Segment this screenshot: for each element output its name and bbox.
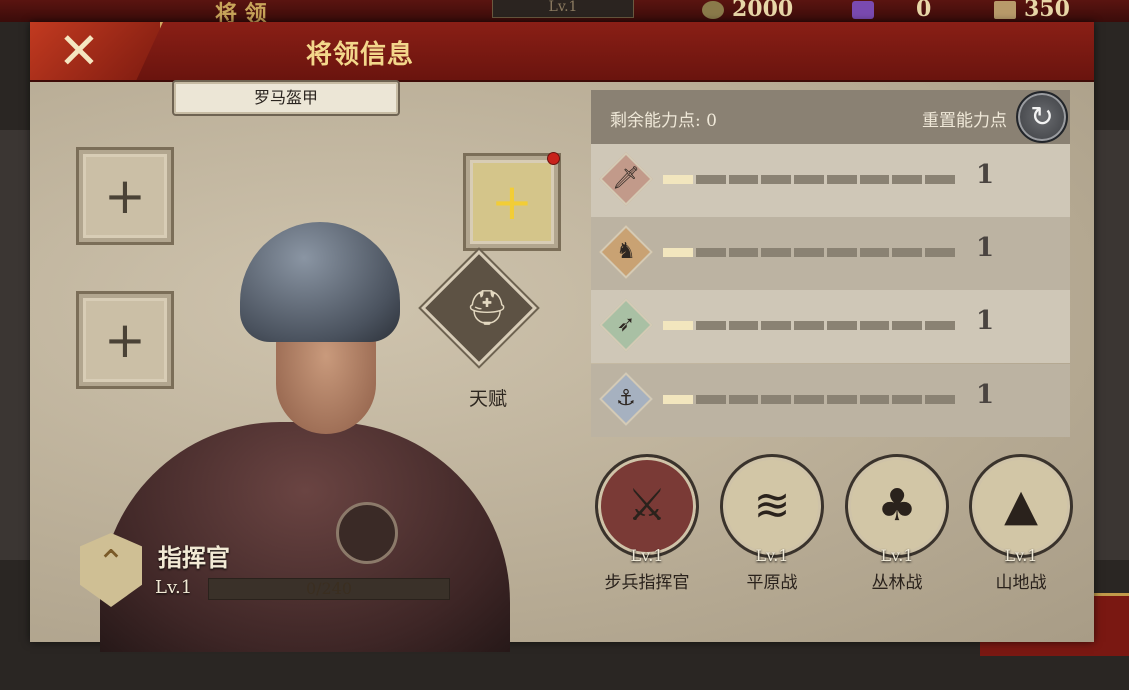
refresh-icon: ↻ <box>1030 100 1054 133</box>
stat-segment <box>925 321 956 330</box>
add-icon: + <box>104 311 146 369</box>
stat-segment <box>794 321 824 330</box>
stat-segment <box>695 175 726 184</box>
stat-segment <box>794 248 824 257</box>
stat-value: 1 <box>975 233 995 263</box>
background-panel-left <box>0 130 30 560</box>
stat-row-archer: ➶ 1 <box>591 290 1070 363</box>
stat-value: 1 <box>975 306 995 336</box>
stat-segment <box>925 175 956 184</box>
stat-segment <box>826 248 857 257</box>
armor-medallion <box>336 502 398 564</box>
stat-value: 1 <box>975 380 995 410</box>
stat-segment <box>892 175 923 184</box>
xp-text: 0/240 <box>305 579 353 598</box>
stat-segment <box>925 395 956 404</box>
commander-name: 指挥官 <box>158 543 230 572</box>
horse-icon: ♞ <box>599 225 653 279</box>
stat-segment <box>859 175 890 184</box>
stat-segment <box>925 248 956 257</box>
skill-level: Lv.1 <box>880 546 914 565</box>
commander-armor <box>100 422 510 652</box>
stat-segment <box>892 321 923 330</box>
stat-segment <box>728 395 759 404</box>
reset-points-label: 重置能力点 <box>922 111 1007 131</box>
commander-level: Lv.1 <box>155 577 193 598</box>
stat-segment <box>663 395 693 404</box>
stat-segment <box>892 248 923 257</box>
stat-segment <box>663 321 693 330</box>
stat-value: 1 <box>975 160 995 190</box>
scroll-icon <box>994 1 1016 19</box>
stat-segment <box>826 395 857 404</box>
armor-name-label[interactable]: 罗马盔甲 <box>172 80 400 116</box>
stat-segment <box>728 175 759 184</box>
stat-segment <box>663 175 693 184</box>
skill-name: 步兵指挥官 <box>604 573 690 593</box>
skill-level: Lv.1 <box>630 546 664 565</box>
stat-progress <box>663 395 956 404</box>
skill-level: Lv.1 <box>755 546 789 565</box>
stat-segment <box>728 321 759 330</box>
stat-segment <box>761 248 792 257</box>
stat-segment <box>859 248 890 257</box>
remaining-points-label: 剩余能力点: 0 <box>610 111 717 131</box>
stat-progress <box>663 175 956 184</box>
commander-helmet <box>240 222 400 342</box>
dialog-header: ✕ 将领信息 <box>30 22 1094 82</box>
anchor-icon: ⚓ <box>599 372 653 426</box>
stat-segment <box>728 248 759 257</box>
skill-name: 山地战 <box>995 573 1047 593</box>
equipment-slot-special[interactable]: + <box>463 152 561 251</box>
gem-icon <box>852 1 874 19</box>
city-level: Lv.1 <box>492 0 634 18</box>
scroll-resource: 350 <box>994 0 1070 22</box>
gem-resource: 0 <box>852 0 931 22</box>
rank-up-icon: ⌃ <box>96 543 126 583</box>
coin-resource: 2000 <box>702 0 793 22</box>
forest-icon: ♣ <box>845 454 949 558</box>
stat-segment <box>859 321 890 330</box>
stat-segment <box>761 321 792 330</box>
stat-row-navy: ⚓ 1 <box>591 364 1070 437</box>
notification-dot <box>547 152 560 165</box>
plains-icon: ≋ <box>720 454 824 558</box>
skill-name: 丛林战 <box>871 573 923 593</box>
stat-progress <box>663 321 956 330</box>
equipment-slot-banner[interactable]: + <box>76 147 174 245</box>
stat-segment <box>859 395 890 404</box>
xp-bar: 0/240 <box>208 578 450 600</box>
stat-segment <box>794 395 824 404</box>
helmet-icon: ⛑ <box>465 288 509 328</box>
stat-segment <box>761 175 792 184</box>
bow-icon: ➶ <box>599 298 653 352</box>
talent-label: 天赋 <box>468 388 507 410</box>
add-icon: + <box>491 173 533 231</box>
stat-segment <box>695 321 726 330</box>
stat-segment <box>761 395 792 404</box>
stat-segment <box>794 175 824 184</box>
equipment-slot-shield[interactable]: + <box>76 291 174 389</box>
reset-points-button[interactable]: ↻ <box>1016 91 1068 143</box>
resource-bar: 将 领 Lv.1 2000 0 350 <box>0 0 1129 27</box>
add-icon: + <box>104 167 146 225</box>
skill-level: Lv.1 <box>1004 546 1038 565</box>
stat-progress <box>663 248 956 257</box>
stat-segment <box>695 395 726 404</box>
skill-name: 平原战 <box>746 573 798 593</box>
stat-segment <box>826 175 857 184</box>
crossed-swords-icon: ⚔ <box>595 454 699 558</box>
coin-icon <box>702 1 724 19</box>
mountain-icon: ▲ <box>969 454 1073 558</box>
stat-segment <box>892 395 923 404</box>
dialog-title: 将领信息 <box>305 40 414 70</box>
stat-segment <box>663 248 693 257</box>
stat-row-cavalry: ♞ 1 <box>591 217 1070 290</box>
stat-row-infantry: 🗡 1 <box>591 144 1070 217</box>
background-panel-right <box>1094 130 1129 560</box>
stat-segment <box>826 321 857 330</box>
sword-icon: 🗡 <box>599 152 653 206</box>
stat-segment <box>695 248 726 257</box>
